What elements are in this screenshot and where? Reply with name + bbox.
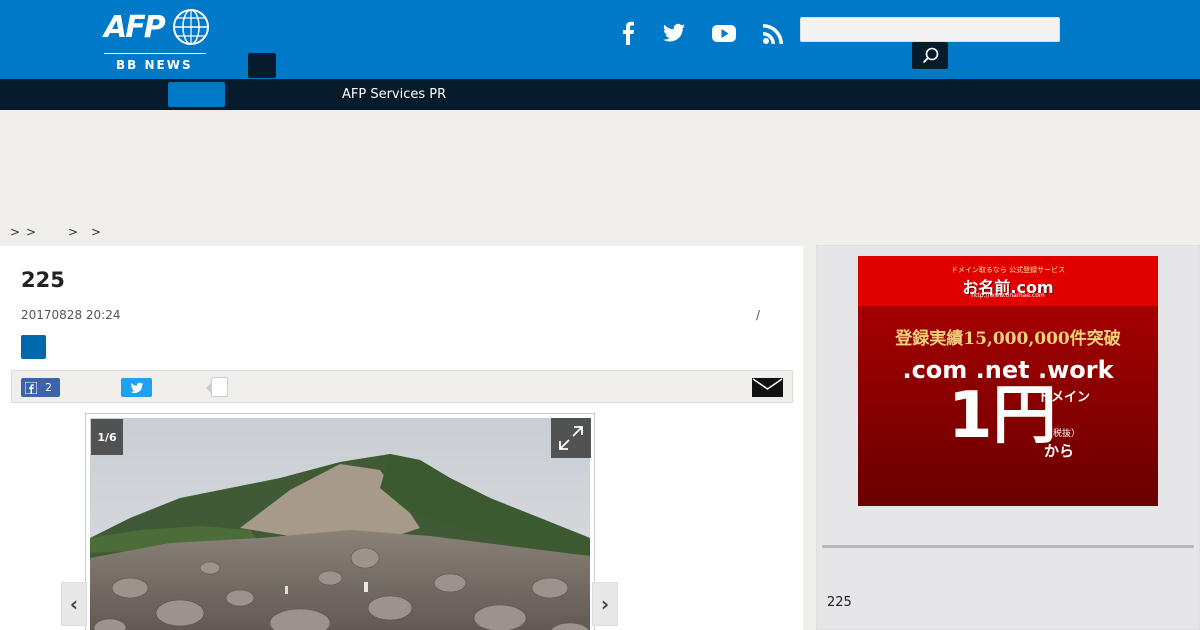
logo-divider xyxy=(104,53,206,54)
logo-afp-text: AFP xyxy=(104,10,166,45)
breadcrumb-separator: > xyxy=(91,225,102,239)
nav-item-afp-services-pr[interactable]: AFP Services PR xyxy=(342,87,446,102)
article-title: 225 xyxy=(21,268,65,292)
share-count-bubble xyxy=(206,377,228,397)
main-nav: AFP Services PR xyxy=(0,79,1200,110)
facebook-icon xyxy=(25,381,37,394)
breadcrumb-separator: > xyxy=(10,225,21,239)
category-tag[interactable] xyxy=(21,335,46,359)
sidebar-divider xyxy=(822,545,1194,548)
search-input[interactable] xyxy=(800,17,1060,42)
ad-record-text: 登録実績15,000,000件突破 xyxy=(895,329,1121,349)
sidebar: ドメイン取るなら 公式登録サービス お名前.com http://www.ona… xyxy=(816,245,1200,630)
globe-icon xyxy=(173,9,209,45)
breadcrumb-separator: > xyxy=(68,225,79,239)
gallery-next-button[interactable]: › xyxy=(592,582,618,626)
twitter-share-button[interactable] xyxy=(121,378,152,397)
article-date: 20170828 20:24 xyxy=(21,308,121,322)
breadcrumb-separator: > xyxy=(26,225,37,239)
ad-url: http://www.onamae.com xyxy=(971,292,1045,299)
ad-from: から xyxy=(1044,442,1075,460)
search-button[interactable] xyxy=(912,42,948,69)
youtube-icon[interactable] xyxy=(709,18,739,48)
search-icon xyxy=(922,47,938,64)
twitter-icon xyxy=(130,382,143,393)
rss-icon[interactable] xyxy=(759,18,789,48)
site-header: AFP BB NEWS xyxy=(0,0,1200,79)
sidebar-heading: 225 xyxy=(827,595,852,610)
menu-button[interactable] xyxy=(248,53,276,78)
nav-item-active[interactable] xyxy=(168,82,225,107)
article-main: 225 20170828 20:24 / 2 1/6 ‹ › xyxy=(0,246,803,630)
expand-icon[interactable] xyxy=(551,418,591,458)
ad-domain-label: ドメイン xyxy=(1038,390,1091,405)
twitter-icon[interactable] xyxy=(659,18,689,48)
gallery-prev-button[interactable]: ‹ xyxy=(61,582,87,626)
ad-tax-note: （税抜） xyxy=(1044,429,1081,439)
meta-separator: / xyxy=(756,308,761,322)
share-bar: 2 xyxy=(11,370,793,403)
gallery-counter: 1/6 xyxy=(91,419,123,455)
facebook-icon[interactable] xyxy=(613,18,643,48)
mail-icon[interactable] xyxy=(752,378,783,397)
afp-bb-news-logo[interactable]: AFP BB NEWS xyxy=(104,8,209,72)
facebook-share-button[interactable]: 2 xyxy=(21,378,60,397)
photo-gallery: 1/6 xyxy=(85,413,595,630)
logo-bb-news-text: BB NEWS xyxy=(116,58,193,72)
landslide-photo[interactable] xyxy=(90,418,590,630)
advertisement-banner[interactable]: ドメイン取るなら 公式登録サービス お名前.com http://www.ona… xyxy=(858,256,1158,506)
facebook-share-count: 2 xyxy=(45,381,52,394)
